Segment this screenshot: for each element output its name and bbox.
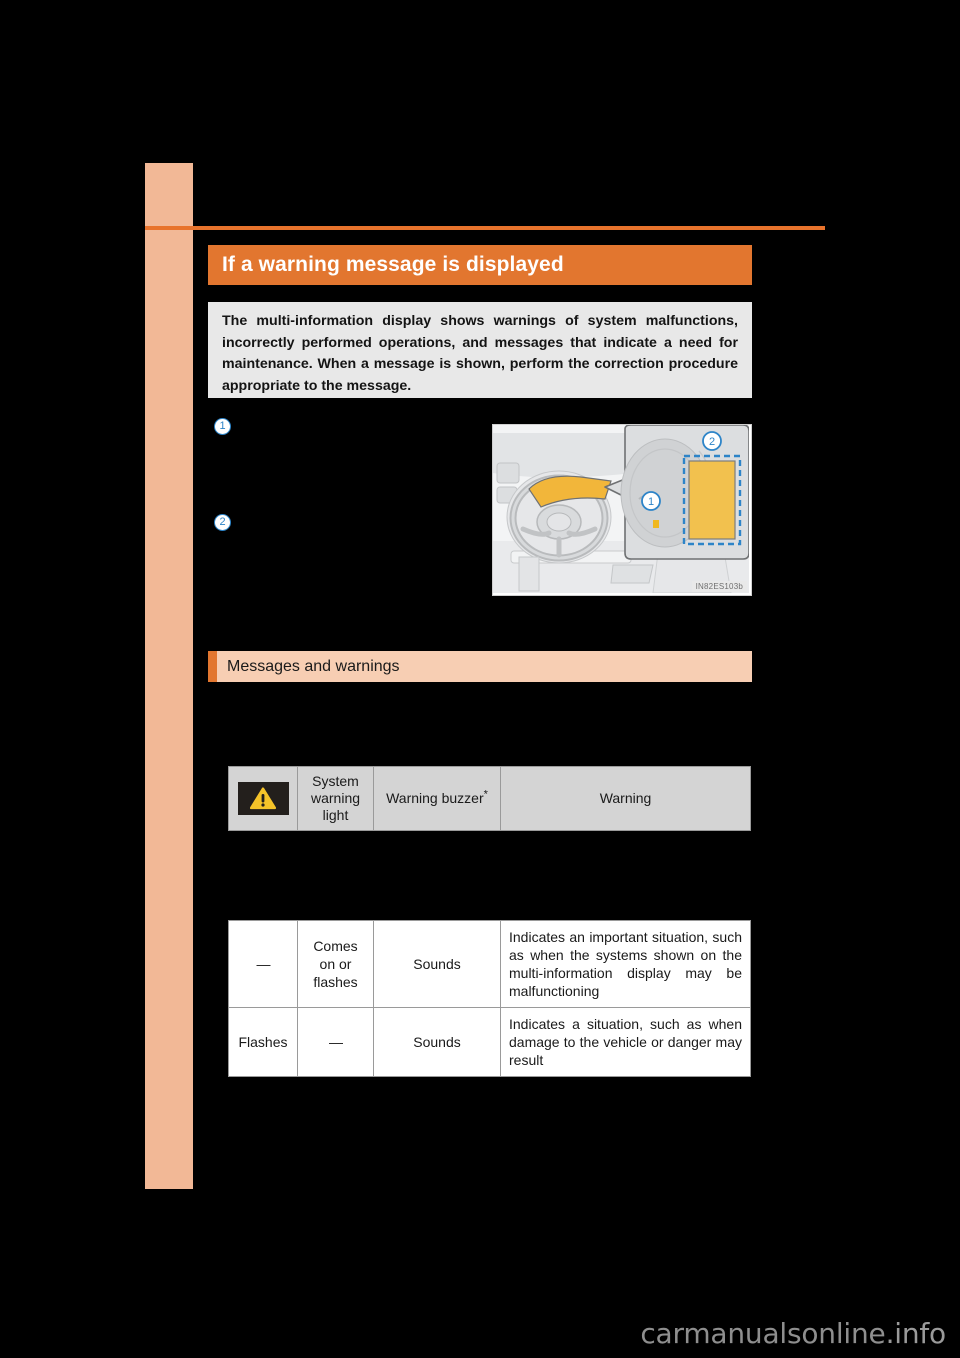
svg-text:1: 1 — [648, 496, 654, 508]
warning-legend-header-table: System warning light Warning buzzer* War… — [228, 766, 751, 831]
cell-system-warning-light-row1: Comes on or flashes — [297, 920, 374, 1008]
svg-text:2: 2 — [709, 436, 715, 448]
cell-warning-description-row2: Indicates a situation, such as when dama… — [500, 1007, 751, 1077]
section-title-bar: If a warning message is displayed — [208, 245, 752, 285]
figure-code-label: IN82ES103b — [691, 581, 747, 592]
table-row: — Comes on or flashes Sounds Indicates a… — [228, 920, 751, 1008]
subsection-header: Messages and warnings — [208, 651, 752, 682]
column-header-system-warning-light: System warning light — [297, 766, 374, 831]
warning-behavior-table: — Comes on or flashes Sounds Indicates a… — [228, 920, 751, 1077]
dashboard-illustration: 1 2 IN82ES103b — [492, 424, 752, 596]
header-rule — [145, 226, 825, 230]
callout-list: 1 2 — [208, 412, 480, 602]
table-row: System warning light Warning buzzer* War… — [228, 766, 751, 831]
lead-paragraph-box: The multi-information display shows warn… — [208, 302, 752, 398]
cell-master-warning-row2: Flashes — [228, 1007, 298, 1077]
watermark-name: carmanualsonline — [640, 1317, 886, 1350]
subsection-title: Messages and warnings — [227, 657, 400, 675]
callout-number-2: 2 — [214, 514, 231, 531]
footnote-marker: * — [483, 788, 488, 801]
callout-item-1: 1 — [214, 418, 239, 435]
side-thumb-index-tab — [145, 163, 193, 1189]
watermark-tld: .info — [885, 1317, 947, 1350]
page-title: If a warning message is displayed — [222, 253, 564, 276]
table-row: Flashes — Sounds Indicates a situation, … — [228, 1007, 751, 1077]
cell-buzzer-row1: Sounds — [373, 920, 501, 1008]
column-header-warning: Warning — [500, 766, 751, 831]
manual-page: If a warning message is displayed The mu… — [0, 0, 960, 1358]
cell-buzzer-row2: Sounds — [373, 1007, 501, 1077]
cell-warning-description-row1: Indicates an important situation, such a… — [500, 920, 751, 1008]
lead-paragraph-text: The multi-information display shows warn… — [222, 313, 738, 394]
site-watermark: carmanualsonline.info — [640, 1317, 946, 1350]
column-header-warning-buzzer-label: Warning buzzer — [386, 790, 484, 806]
dashboard-figure-svg: 1 2 — [493, 425, 749, 593]
master-warning-icon-cell — [228, 766, 298, 831]
column-header-warning-buzzer: Warning buzzer* — [373, 766, 501, 831]
cell-system-warning-light-row2: — — [297, 1007, 374, 1077]
callout-item-2: 2 — [214, 514, 239, 531]
warning-triangle-icon — [237, 782, 289, 815]
callout-number-1: 1 — [214, 418, 231, 435]
cell-master-warning-row1: — — [228, 920, 298, 1008]
